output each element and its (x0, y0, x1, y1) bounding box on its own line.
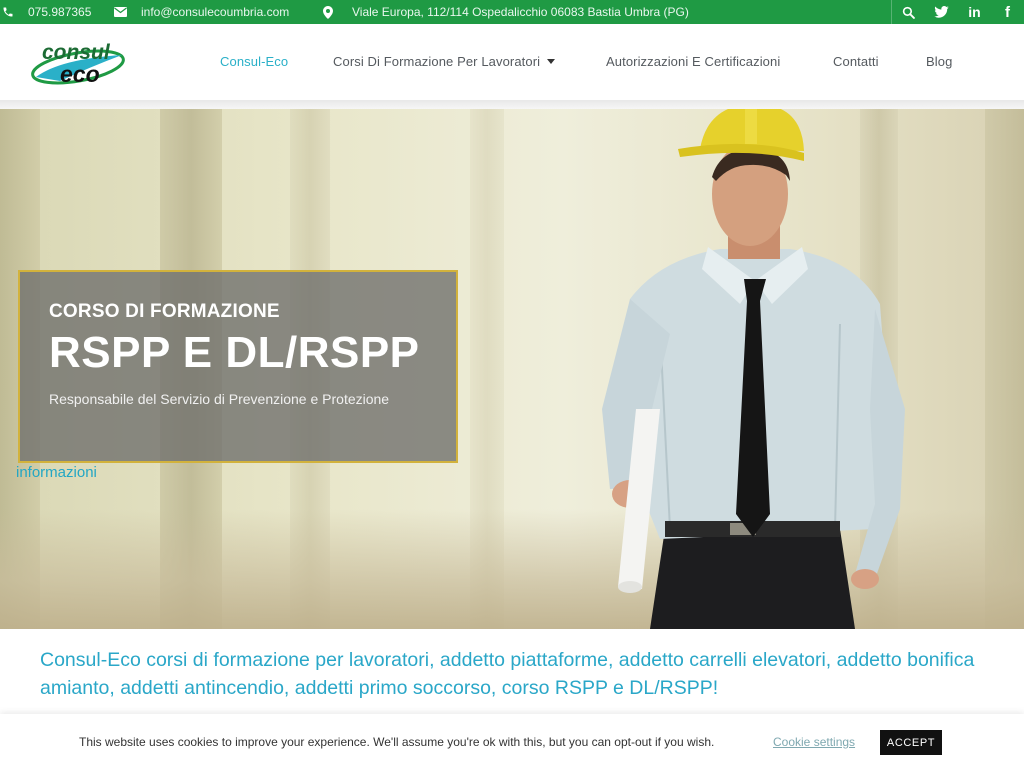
twitter-icon (934, 6, 949, 18)
site-header: consul eco Consul-Eco Corsi Di Formazion… (0, 24, 1024, 102)
phone-icon (3, 7, 13, 17)
info-link[interactable]: informazioni (16, 464, 97, 481)
facebook-link[interactable]: f (991, 0, 1024, 24)
nav-item-contatti[interactable]: Contatti (833, 54, 879, 69)
site-logo[interactable]: consul eco (30, 37, 130, 89)
street-address: Viale Europa, 112/114 Ospedalicchio 0608… (352, 5, 689, 19)
phone-contact[interactable]: 075.987365 (2, 0, 91, 24)
caret-down-icon (547, 59, 556, 64)
facebook-icon: f (1005, 3, 1010, 21)
intro-text: Consul-Eco corsi di formazione per lavor… (40, 649, 975, 699)
address-contact[interactable]: Viale Europa, 112/114 Ospedalicchio 0608… (323, 0, 689, 24)
hero-subtitle: Responsabile del Servizio di Prevenzione… (49, 391, 390, 407)
hero-kicker: CORSO DI FORMAZIONE (49, 301, 280, 322)
nav-item-corsi-label: Corsi Di Formazione Per Lavoratori (333, 54, 541, 69)
search-button[interactable] (891, 0, 925, 24)
linkedin-link[interactable]: in (958, 0, 991, 24)
cookie-settings-link[interactable]: Cookie settings (773, 735, 855, 749)
hero-title: RSPP E DL/RSPP (49, 328, 420, 377)
envelope-icon (114, 7, 127, 17)
phone-number: 075.987365 (28, 5, 92, 19)
email-contact[interactable]: info@consulecoumbria.com (114, 0, 289, 24)
map-pin-icon (323, 5, 333, 19)
nav-item-autorizzazioni[interactable]: Autorizzazioni E Certificazioni (606, 54, 780, 69)
twitter-link[interactable] (925, 0, 958, 24)
search-icon (902, 6, 915, 19)
nav-item-corsi[interactable]: Corsi Di Formazione Per Lavoratori (333, 54, 556, 69)
social-links: in f (891, 0, 1024, 24)
email-address: info@consulecoumbria.com (141, 5, 290, 19)
top-contact-bar: 075.987365 info@consulecoumbria.com Vial… (0, 0, 1024, 24)
logo-text-eco: eco (60, 61, 100, 87)
hero-banner: CORSO DI FORMAZIONE RSPP E DL/RSPP Respo… (0, 109, 1024, 629)
cookie-banner: This website uses cookies to improve you… (0, 714, 1024, 768)
header-divider (0, 100, 1024, 109)
hero-caption-box: CORSO DI FORMAZIONE RSPP E DL/RSPP Respo… (18, 270, 458, 463)
linkedin-icon: in (968, 4, 981, 20)
cookie-message: This website uses cookies to improve you… (79, 735, 715, 749)
nav-item-blog[interactable]: Blog (926, 54, 952, 69)
nav-item-consul-eco[interactable]: Consul-Eco (220, 54, 288, 69)
accept-cookies-button[interactable]: ACCEPT (880, 730, 942, 755)
worker-image (602, 109, 905, 629)
